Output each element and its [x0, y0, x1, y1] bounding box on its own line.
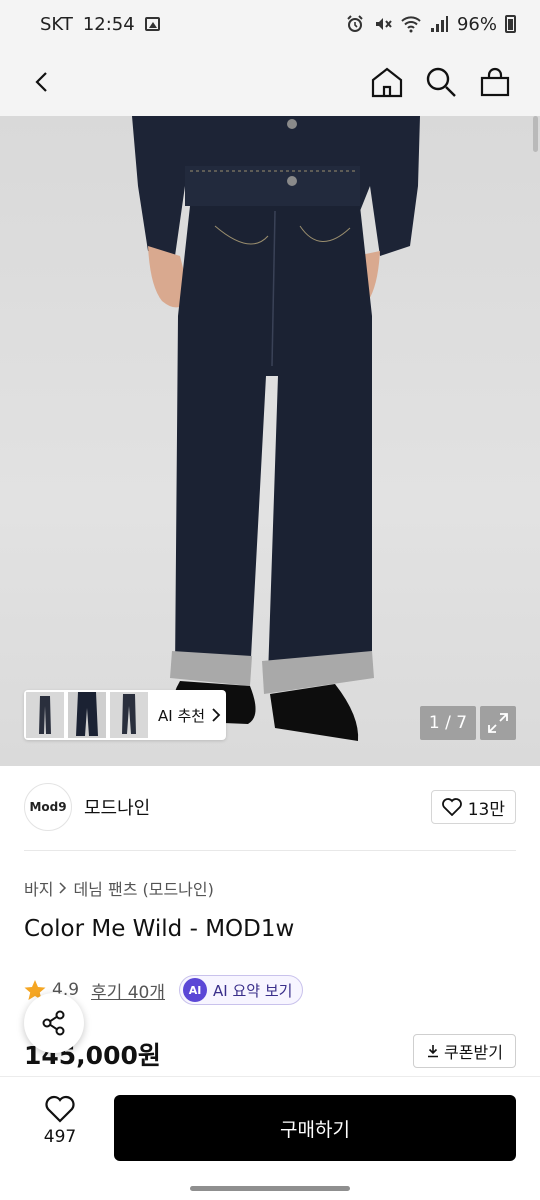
- clock: 12:54: [82, 13, 135, 35]
- review-link[interactable]: 후기 40개: [91, 978, 165, 1003]
- ai-summary-button[interactable]: AI AI 요약 보기: [179, 975, 304, 1005]
- product-title: Color Me Wild - MOD1w: [24, 916, 295, 942]
- ai-recommend-button[interactable]: AI 추천: [158, 705, 221, 726]
- breadcrumb-category[interactable]: 바지: [24, 876, 53, 900]
- share-icon: [42, 1010, 65, 1036]
- home-icon: [371, 67, 403, 98]
- chevron-right-icon: [59, 882, 67, 894]
- heart-icon: [45, 1095, 75, 1123]
- carrier-label: SKT: [40, 13, 73, 35]
- breadcrumb-subcategory[interactable]: 데님 팬츠 (모드나인): [73, 876, 213, 900]
- ai-summary-label: AI 요약 보기: [213, 981, 293, 1000]
- brand-like-count: 13만: [467, 799, 505, 820]
- signal-icon: [430, 16, 448, 32]
- battery-icon: [505, 15, 516, 33]
- expand-image-button[interactable]: [480, 706, 516, 740]
- battery-percent: 96%: [456, 13, 497, 35]
- shopping-bag-icon: [480, 67, 510, 97]
- heart-icon: [441, 798, 462, 816]
- app-header: [0, 48, 540, 116]
- divider: [24, 850, 516, 851]
- thumbnail-3[interactable]: [110, 692, 148, 738]
- chevron-right-icon: [212, 708, 221, 722]
- brand-name[interactable]: 모드나인: [84, 794, 150, 820]
- thumbnail-2[interactable]: [68, 692, 106, 738]
- expand-icon: [488, 713, 508, 733]
- brand-logo[interactable]: Mod9: [24, 783, 72, 831]
- image-counter: 1 / 7: [420, 706, 476, 740]
- back-icon: [35, 72, 47, 92]
- mute-icon: [375, 18, 392, 30]
- coupon-button[interactable]: 쿠폰받기: [413, 1034, 516, 1068]
- thumbnail-1[interactable]: [26, 692, 64, 738]
- search-button[interactable]: [419, 60, 463, 104]
- breadcrumb: 바지 데님 팬츠 (모드나인): [24, 876, 214, 900]
- ai-recommend-label: AI 추천: [158, 706, 206, 725]
- product-image[interactable]: [0, 116, 540, 766]
- search-icon: [426, 67, 456, 97]
- back-button[interactable]: [20, 60, 64, 104]
- cart-button[interactable]: [473, 60, 517, 104]
- brand-like-button[interactable]: 13만: [430, 790, 516, 824]
- brand-row[interactable]: Mod9 모드나인 13만: [24, 782, 516, 832]
- wifi-icon: [401, 16, 421, 33]
- gallery-notification-icon: [144, 17, 160, 31]
- home-button[interactable]: [365, 60, 409, 104]
- wishlist-count: 497: [43, 1127, 77, 1147]
- page-scrollbar[interactable]: [533, 116, 538, 152]
- wishlist-button[interactable]: 497: [28, 1095, 92, 1147]
- coupon-label: 쿠폰받기: [444, 1043, 503, 1062]
- status-bar: SKT 12:54 96%: [0, 0, 540, 48]
- alarm-icon: [347, 15, 363, 32]
- home-indicator[interactable]: [190, 1186, 350, 1191]
- buy-button[interactable]: 구매하기: [114, 1095, 516, 1161]
- thumbnail-strip[interactable]: AI 추천: [24, 690, 226, 740]
- product-photo-jeans: [132, 116, 420, 741]
- download-icon: [428, 1045, 439, 1058]
- share-button[interactable]: [24, 993, 84, 1053]
- bottom-action-bar: 497 구매하기: [0, 1076, 540, 1176]
- ai-badge-icon: AI: [183, 978, 208, 1002]
